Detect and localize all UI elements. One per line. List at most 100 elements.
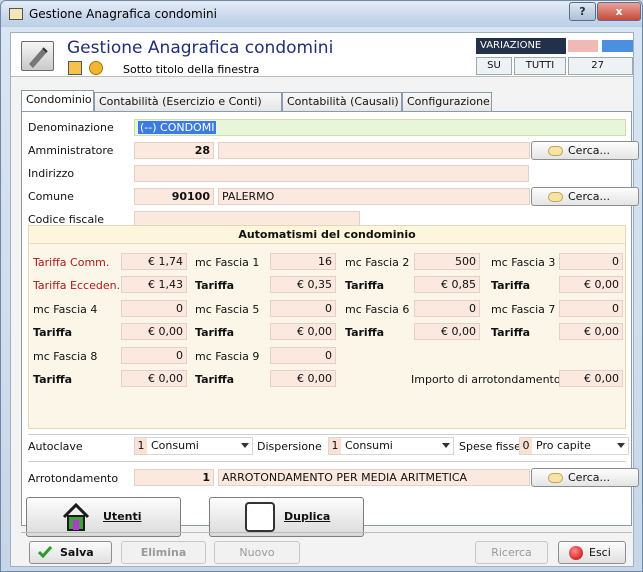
condominio-panel: Denominazione (--) CONDOMI Amministrator… — [21, 111, 639, 537]
search-icon — [548, 192, 563, 202]
comune-code[interactable]: 90100 — [134, 188, 214, 205]
automatismi-section: Automatismi del condominio Tariffa Comm.… — [28, 225, 626, 429]
mc-fascia-7-value[interactable]: 0 — [559, 300, 623, 317]
mode-color-blue — [602, 40, 633, 52]
salva-button[interactable]: Salva — [29, 541, 112, 564]
divider — [28, 434, 626, 435]
denominazione-label: Denominazione — [28, 121, 114, 134]
help-button[interactable]: ? — [569, 2, 596, 21]
indirizzo-field[interactable] — [134, 165, 529, 182]
tariffa-9-label: Tariffa — [195, 373, 235, 386]
amministratore-label: Amministratore — [28, 144, 114, 157]
stop-icon — [569, 546, 583, 560]
mc-fascia-4-value[interactable]: 0 — [121, 300, 187, 317]
chevron-down-icon — [617, 443, 625, 448]
mc-fascia-5-value[interactable]: 0 — [270, 300, 336, 317]
tariffa-2-value[interactable]: € 0,85 — [414, 276, 480, 293]
autoclave-code: 1 — [135, 438, 147, 454]
tariffa-6-value[interactable]: € 0,00 — [414, 323, 480, 340]
mc-fascia-1-value[interactable]: 16 — [270, 253, 336, 270]
tariffa-ecceden-value[interactable]: € 1,43 — [121, 276, 187, 293]
utenti-button[interactable]: Utenti — [26, 497, 181, 537]
tutti-button[interactable]: TUTTI — [514, 57, 566, 75]
tariffa-9-value[interactable]: € 0,00 — [270, 370, 336, 387]
mc-fascia-3-value[interactable]: 0 — [559, 253, 623, 270]
tariffa-3-value[interactable]: € 0,00 — [559, 276, 623, 293]
search-icon — [548, 473, 563, 483]
dispersione-label: Dispersione — [257, 440, 322, 453]
mc-fascia-9-value[interactable]: 0 — [270, 347, 336, 364]
tariffa-7-value[interactable]: € 0,00 — [559, 323, 623, 340]
mc-fascia-6-value[interactable]: 0 — [414, 300, 480, 317]
spese-fisse-label: Spese fisse — [459, 440, 521, 453]
tariffa-ecceden-label: Tariffa Ecceden. — [33, 279, 121, 292]
cerca-amministratore-button[interactable]: Cerca... — [531, 141, 639, 160]
arrotondamento-code[interactable]: 1 — [134, 469, 214, 486]
cerca-arrotondamento-button[interactable]: Cerca... — [531, 468, 639, 487]
utenti-label: Utenti — [103, 510, 142, 523]
spese-fisse-value: Pro capite — [536, 439, 591, 452]
ricerca-button[interactable]: Ricerca — [475, 541, 548, 564]
importo-arrotondamento-value[interactable]: € 0,00 — [559, 370, 623, 387]
denominazione-field[interactable]: (--) CONDOMI — [134, 119, 626, 136]
mode-color-red — [568, 40, 598, 52]
mc-fascia-4-label: mc Fascia 4 — [33, 303, 98, 316]
arrotondamento-label: Arrotondamento — [28, 472, 119, 485]
mc-fascia-8-value[interactable]: 0 — [121, 347, 187, 364]
mc-fascia-1-label: mc Fascia 1 — [195, 256, 260, 269]
lock-icon[interactable] — [68, 61, 82, 75]
importo-arrotondamento-label: Importo di arrotondamento — [411, 373, 561, 386]
cerca-comune-button[interactable]: Cerca... — [531, 187, 639, 206]
tariffa-1-label: Tariffa — [195, 279, 235, 292]
amministratore-name[interactable] — [218, 142, 530, 159]
tab-condominio[interactable]: Condominio — [21, 90, 94, 112]
chevron-down-icon — [241, 443, 249, 448]
mc-fascia-7-label: mc Fascia 7 — [491, 303, 556, 316]
page-title: Gestione Anagrafica condomini — [67, 38, 334, 58]
header: Gestione Anagrafica condomini Sotto tito… — [11, 33, 633, 77]
autoclave-select[interactable]: 1 Consumi — [134, 437, 253, 455]
spese-fisse-code: 0 — [520, 438, 532, 454]
spese-fisse-select[interactable]: 0 Pro capite — [519, 437, 629, 455]
tab-contabilita-esercizio[interactable]: Contabilità (Esercizio e Conti) — [94, 92, 282, 111]
search-icon — [548, 146, 563, 156]
tariffa-8-value[interactable]: € 0,00 — [121, 370, 187, 387]
denominazione-value: (--) CONDOMI — [138, 121, 217, 134]
divider — [28, 461, 626, 462]
comune-name[interactable]: PALERMO — [218, 188, 530, 205]
autoclave-value: Consumi — [151, 439, 199, 452]
footer-divider — [21, 532, 632, 533]
mc-fascia-2-value[interactable]: 500 — [414, 253, 480, 270]
esci-button[interactable]: Esci — [558, 541, 626, 564]
close-button[interactable]: x — [597, 2, 641, 21]
dispersione-value: Consumi — [345, 439, 393, 452]
nuovo-button[interactable]: Nuovo — [214, 541, 300, 564]
amministratore-code[interactable]: 28 — [134, 142, 214, 159]
tariffa-2-label: Tariffa — [345, 279, 385, 292]
page-subtitle: Sotto titolo della finestra — [123, 63, 260, 76]
tab-configurazione[interactable]: Configurazione — [402, 92, 492, 111]
app-icon — [9, 8, 23, 20]
elimina-button[interactable]: Elimina — [121, 541, 206, 564]
dispersione-select[interactable]: 1 Consumi — [328, 437, 454, 455]
tariffa-5-label: Tariffa — [195, 326, 235, 339]
tariffa-4-value[interactable]: € 0,00 — [121, 323, 187, 340]
su-button[interactable]: SU — [476, 57, 512, 75]
arrotondamento-value[interactable]: ARROTONDAMENTO PER MEDIA ARITMETICA — [218, 469, 530, 486]
mode-panel: VARIAZIONE SU TUTTI 27 — [476, 38, 633, 76]
tariffa-3-label: Tariffa — [491, 279, 531, 292]
tariffa-1-value[interactable]: € 0,35 — [270, 276, 336, 293]
key-icon[interactable] — [89, 61, 103, 75]
record-count: 27 — [568, 57, 633, 75]
comune-label: Comune — [28, 190, 74, 203]
tariffa-comm-value[interactable]: € 1,74 — [121, 253, 187, 270]
tariffa-5-value[interactable]: € 0,00 — [270, 323, 336, 340]
window-title: Gestione Anagrafica condomini — [29, 7, 217, 21]
tariffa-8-label: Tariffa — [33, 373, 73, 386]
mc-fascia-8-label: mc Fascia 8 — [33, 350, 98, 363]
title-bar: Gestione Anagrafica condomini ? x — [1, 1, 642, 27]
automatismi-title: Automatismi del condominio — [29, 226, 625, 244]
cerca-label: Cerca... — [568, 471, 611, 484]
tab-contabilita-causali[interactable]: Contabilità (Causali) — [282, 92, 402, 111]
duplica-button[interactable]: Duplica — [209, 497, 364, 537]
